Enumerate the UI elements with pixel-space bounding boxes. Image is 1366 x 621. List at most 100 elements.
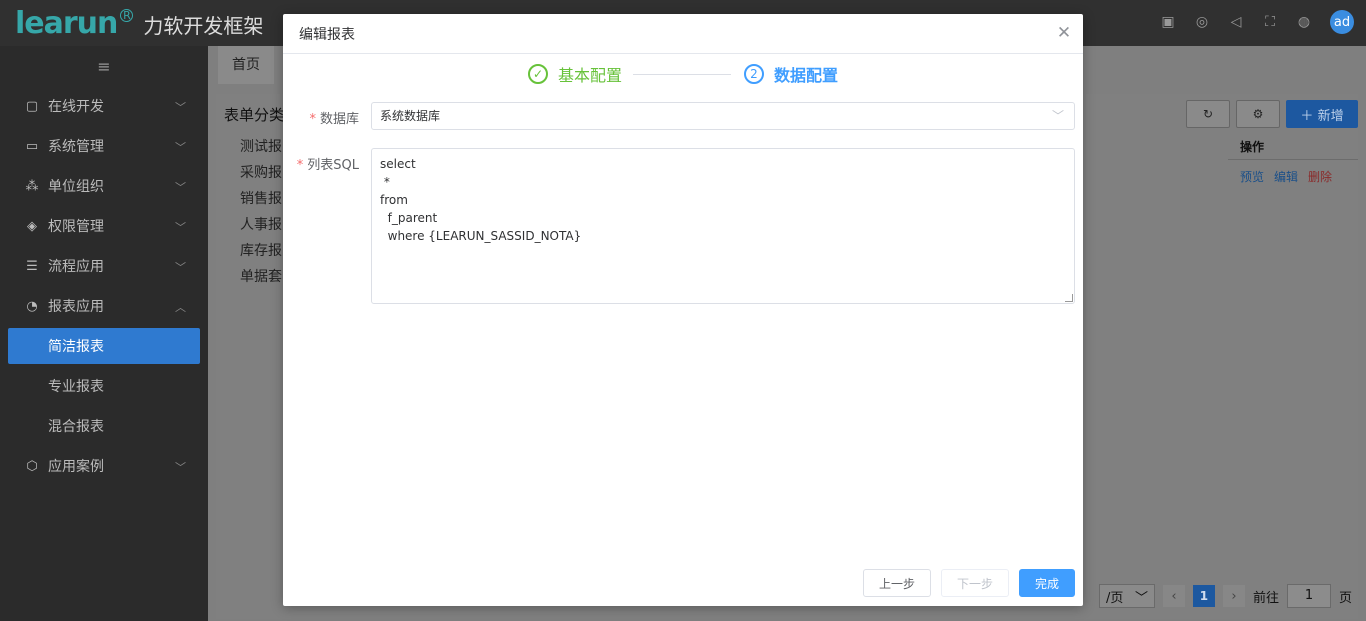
database-label-text: 数据库	[319, 112, 359, 127]
sidebar-item-org[interactable]: ⁂ 单位组织 ﹀	[0, 166, 208, 206]
sql-label: * 列表SQL	[297, 154, 359, 173]
prev-step-button[interactable]: 上一步	[863, 569, 931, 597]
list-item[interactable]: 测试报	[240, 136, 282, 158]
sidebar-item-permission[interactable]: ◈ 权限管理 ﹀	[0, 206, 208, 246]
pie-icon: ◔	[26, 298, 38, 314]
plus-icon: ＋	[1300, 108, 1318, 124]
sidebar-item-cases[interactable]: ⬡ 应用案例 ﹀	[0, 446, 208, 486]
code-icon: ▢	[25, 98, 39, 114]
gear-icon: ⚙	[1252, 107, 1264, 121]
database-select-value: 系统数据库	[380, 109, 441, 123]
sidebar-item-label: 单位组织	[48, 179, 104, 195]
edit-link[interactable]: 编辑	[1274, 168, 1298, 185]
database-select[interactable]: 系统数据库 ﹀	[371, 102, 1075, 130]
settings-button[interactable]: ⚙	[1236, 100, 1280, 128]
header-icons: ▣ ◎ ◁ ⛶ ◍ ad	[1160, 10, 1354, 34]
sidebar: ≡ ▢ 在线开发 ﹀ ▭ 系统管理 ﹀ ⁂ 单位组织 ﹀ ◈ 权限管理 ﹀ ☰ …	[0, 46, 208, 621]
chevron-down-icon: ﹀	[175, 141, 186, 154]
close-icon[interactable]: ✕	[1055, 24, 1073, 42]
chevron-up-icon: ︿	[175, 301, 186, 314]
step-number: 2	[744, 64, 764, 84]
goto-page-input[interactable]: 1	[1286, 584, 1331, 608]
steps: ✓ 基本配置 2 数据配置	[283, 62, 1083, 86]
step-connector	[633, 74, 731, 75]
preview-link[interactable]: 预览	[1240, 168, 1264, 185]
next-step-button[interactable]: 下一步	[941, 569, 1009, 597]
sidebar-item-label: 权限管理	[48, 219, 104, 235]
database-label: * 数据库	[309, 108, 359, 127]
check-icon: ✓	[528, 64, 548, 84]
refresh-icon: ↻	[1202, 107, 1214, 121]
step-basic-config[interactable]: ✓ 基本配置	[528, 62, 622, 86]
finish-button[interactable]: 完成	[1019, 569, 1075, 597]
sql-label-text: 列表SQL	[307, 158, 359, 173]
list-item[interactable]: 库存报	[240, 240, 282, 262]
prev-page-button[interactable]: ‹	[1162, 585, 1185, 607]
goto-label: 前往	[1252, 590, 1279, 606]
shield-icon: ◈	[27, 218, 37, 234]
flow-icon: ☰	[26, 258, 38, 274]
chevron-down-icon: ﹀	[175, 181, 186, 194]
box-icon: ⬡	[26, 458, 38, 474]
dialog-title: 编辑报表	[299, 26, 355, 43]
image-icon[interactable]: ▣	[1160, 14, 1176, 30]
column-header-ops: 操作	[1228, 136, 1358, 160]
tab-home[interactable]: 首页	[218, 46, 274, 84]
resize-handle[interactable]	[1065, 294, 1073, 302]
step-label: 基本配置	[558, 66, 623, 85]
chevron-down-icon: ﹀	[1134, 590, 1148, 606]
sidebar-subitem-pro-report[interactable]: 专业报表	[0, 366, 208, 406]
monitor-icon: ▭	[25, 138, 39, 154]
page-size-select[interactable]: /页 ﹀	[1098, 584, 1155, 608]
sidebar-subitem-mixed-report[interactable]: 混合报表	[0, 406, 208, 446]
dialog-footer: 上一步 下一步 完成	[863, 569, 1075, 597]
list-item[interactable]: 单据套	[240, 266, 282, 288]
add-button[interactable]: ＋ 新增	[1286, 100, 1358, 128]
add-label: 新增	[1317, 108, 1344, 124]
org-icon: ⁂	[25, 178, 39, 194]
logo: learun R 力软开发框架	[0, 6, 263, 41]
chevron-down-icon: ﹀	[175, 461, 186, 474]
pagination: /页 ﹀ ‹ 1 › 前往 1 页	[1098, 584, 1352, 608]
step-label: 数据配置	[774, 66, 839, 85]
registered-mark: R	[120, 8, 134, 22]
row-actions: 预览 编辑 删除	[1240, 168, 1332, 185]
step-data-config[interactable]: 2 数据配置	[744, 62, 838, 86]
category-list: 测试报 采购报 销售报 人事报 库存报 单据套	[240, 136, 282, 292]
chevron-down-icon: ﹀	[175, 261, 186, 274]
sidebar-item-report[interactable]: ◔ 报表应用 ︿	[0, 286, 208, 326]
delete-link[interactable]: 删除	[1308, 168, 1332, 185]
sidebar-item-label: 流程应用	[48, 259, 104, 275]
menu-toggle-icon[interactable]: ≡	[0, 46, 208, 86]
refresh-button[interactable]: ↻	[1186, 100, 1230, 128]
chevron-down-icon: ﹀	[175, 101, 186, 114]
avatar[interactable]: ad	[1330, 10, 1354, 34]
sidebar-item-system[interactable]: ▭ 系统管理 ﹀	[0, 126, 208, 166]
page-number[interactable]: 1	[1192, 585, 1215, 607]
sidebar-item-workflow[interactable]: ☰ 流程应用 ﹀	[0, 246, 208, 286]
required-mark: *	[309, 112, 316, 127]
dialog-header: 编辑报表	[283, 14, 1083, 54]
next-page-button[interactable]: ›	[1222, 585, 1245, 607]
chevron-down-icon: ﹀	[1051, 109, 1064, 123]
toolbar: ↻ ⚙ ＋ 新增	[1186, 100, 1358, 128]
page-suffix: 页	[1338, 590, 1352, 606]
sidebar-item-label: 报表应用	[48, 299, 104, 315]
palette-icon[interactable]: ◍	[1296, 14, 1312, 30]
category-title: 表单分类	[224, 106, 285, 124]
message-icon[interactable]: ◎	[1194, 14, 1210, 30]
megaphone-icon[interactable]: ◁	[1228, 14, 1244, 30]
list-item[interactable]: 销售报	[240, 188, 282, 210]
sidebar-item-label: 在线开发	[48, 99, 104, 115]
logo-title: 力软开发框架	[143, 13, 264, 38]
sidebar-subitem-simple-report[interactable]: 简洁报表	[8, 328, 200, 364]
list-item[interactable]: 采购报	[240, 162, 282, 184]
fullscreen-icon[interactable]: ⛶	[1262, 14, 1278, 30]
list-item[interactable]: 人事报	[240, 214, 282, 236]
chevron-down-icon: ﹀	[175, 221, 186, 234]
logo-word: learun	[15, 5, 118, 41]
page-size-label: /页	[1105, 590, 1124, 606]
sql-textarea[interactable]: select * from f_parent where {LEARUN_SAS…	[371, 148, 1075, 304]
sidebar-item-online-dev[interactable]: ▢ 在线开发 ﹀	[0, 86, 208, 126]
sidebar-item-label: 系统管理	[48, 139, 104, 155]
